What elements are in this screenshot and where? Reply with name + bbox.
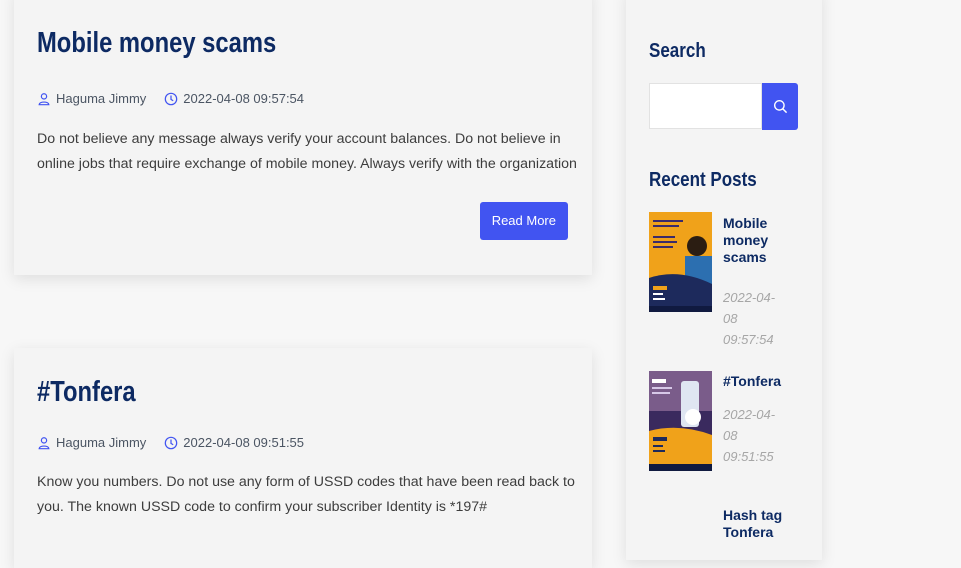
post-title[interactable]: Mobile money scams (37, 27, 276, 60)
recent-posts-heading: Recent Posts (649, 169, 757, 191)
search-heading: Search (649, 40, 706, 62)
post-card: #Tonfera Haguma Jimmy 2022-04-08 09:51:5… (14, 348, 592, 568)
sidebar: Search Recent Posts Mobile money scams 2… (626, 0, 822, 560)
post-date[interactable]: 2022-04-08 09:51:55 (183, 435, 304, 450)
recent-post-title[interactable]: #Tonfera (723, 373, 785, 390)
read-more-button[interactable]: Read More (479, 202, 568, 240)
post-meta: Haguma Jimmy 2022-04-08 09:51:55 (37, 435, 304, 450)
poster-thumbnail-image (649, 371, 712, 471)
clock-icon (164, 92, 178, 105)
post-author[interactable]: Haguma Jimmy (56, 91, 146, 106)
post-author[interactable]: Haguma Jimmy (56, 435, 146, 450)
recent-post-title[interactable]: Hash tag Tonfera (723, 507, 785, 541)
recent-post-date: 2022-04-08 09:57:54 (723, 290, 776, 347)
recent-post-thumbnail[interactable] (649, 212, 712, 312)
person-icon (38, 436, 50, 449)
recent-post-title[interactable]: Mobile money scams (723, 215, 785, 266)
search-input[interactable] (649, 83, 762, 129)
post-meta: Haguma Jimmy 2022-04-08 09:57:54 (37, 91, 304, 106)
clock-icon (164, 436, 178, 449)
post-excerpt: Know you numbers. Do not use any form of… (37, 474, 575, 515)
post-date[interactable]: 2022-04-08 09:57:54 (183, 91, 304, 106)
person-icon (38, 92, 50, 105)
post-card: Mobile money scams Haguma Jimmy 2022-04-… (14, 0, 592, 275)
search-icon (773, 99, 787, 114)
search-button[interactable] (762, 83, 798, 130)
recent-post-date: 2022-04-08 09:51:55 (723, 407, 776, 464)
post-title[interactable]: #Tonfera (37, 376, 136, 409)
poster-thumbnail-image (649, 212, 712, 312)
recent-post-thumbnail[interactable] (649, 371, 712, 471)
post-excerpt: Do not believe any message always verify… (37, 131, 577, 172)
